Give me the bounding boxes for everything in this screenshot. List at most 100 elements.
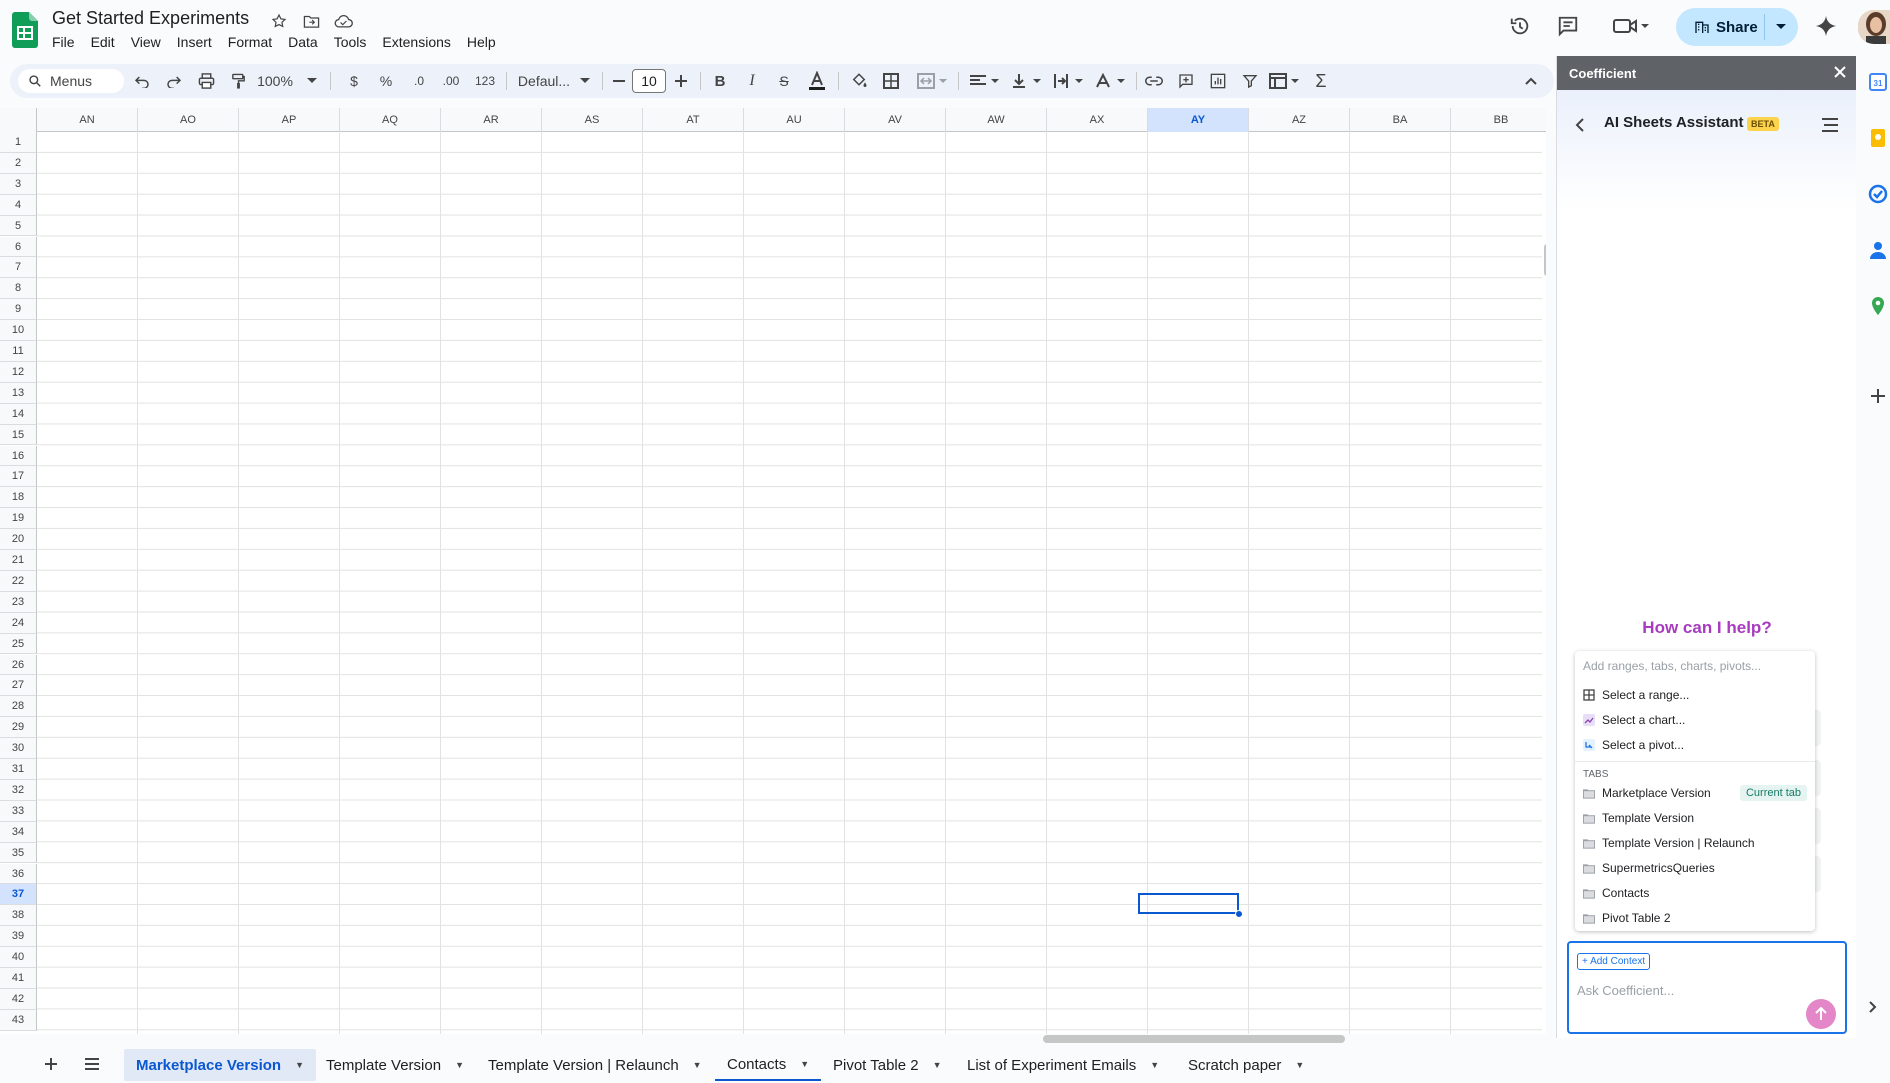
- row-header[interactable]: 6: [0, 236, 37, 258]
- column-header[interactable]: BA: [1350, 108, 1451, 132]
- row-header[interactable]: 17: [0, 466, 37, 488]
- expand-panel-icon[interactable]: [1868, 1000, 1888, 1020]
- row-header[interactable]: 12: [0, 361, 37, 383]
- context-tab-item[interactable]: Marketplace Version Current tab: [1583, 783, 1807, 803]
- redo-icon[interactable]: [162, 70, 186, 92]
- row-header[interactable]: 28: [0, 696, 37, 718]
- context-tab-item[interactable]: Template Version | Relaunch: [1583, 833, 1807, 853]
- fill-handle[interactable]: [1235, 910, 1243, 918]
- insert-link-icon[interactable]: [1142, 70, 1166, 92]
- row-header[interactable]: 2: [0, 152, 37, 174]
- add-sheet-icon[interactable]: [44, 1057, 58, 1071]
- context-tab-item[interactable]: SupermetricsQueries: [1583, 858, 1807, 878]
- functions-icon[interactable]: Σ: [1310, 70, 1332, 92]
- user-avatar[interactable]: [1858, 10, 1890, 44]
- row-header[interactable]: 34: [0, 821, 37, 843]
- hamburger-menu-icon[interactable]: [1821, 118, 1839, 132]
- menu-help[interactable]: Help: [459, 33, 504, 51]
- menu-data[interactable]: Data: [280, 33, 326, 51]
- text-rotation-icon[interactable]: [1092, 70, 1128, 92]
- sheet-tab[interactable]: Template Version ▼: [314, 1049, 476, 1081]
- get-addons-plus-icon[interactable]: [1868, 386, 1888, 406]
- vertical-align-icon[interactable]: [1008, 70, 1044, 92]
- sheet-tab[interactable]: Scratch paper ▼: [1176, 1049, 1316, 1081]
- context-tab-item[interactable]: Template Version: [1583, 808, 1807, 828]
- sheet-tab[interactable]: List of Experiment Emails ▼: [955, 1049, 1171, 1081]
- sheets-logo-icon[interactable]: [12, 12, 38, 48]
- row-header[interactable]: 19: [0, 508, 37, 530]
- close-icon[interactable]: [1833, 65, 1847, 79]
- row-header[interactable]: 24: [0, 612, 37, 634]
- column-header[interactable]: AN: [37, 108, 138, 132]
- merge-cells-icon[interactable]: [914, 70, 950, 92]
- row-header[interactable]: 22: [0, 570, 37, 592]
- text-color-icon[interactable]: [806, 70, 828, 92]
- collapse-toolbar-icon[interactable]: [1520, 70, 1542, 92]
- menu-tools[interactable]: Tools: [326, 33, 375, 51]
- row-header[interactable]: 7: [0, 257, 37, 279]
- cell-area[interactable]: [37, 132, 1542, 1034]
- font-size-input[interactable]: 10: [632, 69, 666, 93]
- fill-color-icon[interactable]: [848, 70, 870, 92]
- version-history-icon[interactable]: [1502, 12, 1538, 40]
- insert-comment-icon[interactable]: [1174, 70, 1198, 92]
- tab-menu-caret-icon[interactable]: ▼: [1150, 1060, 1159, 1070]
- calendar-icon[interactable]: 31: [1868, 72, 1888, 92]
- tab-menu-caret-icon[interactable]: ▼: [933, 1060, 942, 1070]
- increase-decimal-button[interactable]: .00: [440, 70, 462, 92]
- comments-icon[interactable]: [1550, 12, 1586, 40]
- zoom-select[interactable]: 100%: [254, 70, 320, 92]
- column-header[interactable]: AX: [1047, 108, 1148, 132]
- paint-format-icon[interactable]: [226, 70, 250, 92]
- menu-file[interactable]: File: [44, 33, 83, 51]
- tab-menu-caret-icon[interactable]: ▼: [693, 1060, 702, 1070]
- select-all-corner[interactable]: [0, 108, 37, 132]
- context-tab-item[interactable]: Pivot Table 2: [1583, 908, 1807, 928]
- tab-menu-caret-icon[interactable]: ▼: [455, 1060, 464, 1070]
- tab-menu-caret-icon[interactable]: ▼: [295, 1060, 304, 1070]
- row-header[interactable]: 14: [0, 403, 37, 425]
- menu-view[interactable]: View: [123, 33, 169, 51]
- strikethrough-icon[interactable]: S: [774, 70, 794, 92]
- font-size-decrease-icon[interactable]: [610, 70, 628, 92]
- row-header[interactable]: 39: [0, 926, 37, 948]
- column-header[interactable]: AP: [239, 108, 340, 132]
- column-header[interactable]: AZ: [1249, 108, 1350, 132]
- row-header[interactable]: 32: [0, 779, 37, 801]
- row-header[interactable]: 23: [0, 591, 37, 613]
- select-pivot-item[interactable]: Select a pivot...: [1583, 735, 1807, 755]
- share-dropdown-icon[interactable]: [1775, 23, 1787, 31]
- selected-cell[interactable]: [1138, 893, 1239, 914]
- print-icon[interactable]: [194, 70, 218, 92]
- menu-insert[interactable]: Insert: [169, 33, 220, 51]
- tasks-icon[interactable]: [1868, 184, 1888, 204]
- row-header[interactable]: 29: [0, 717, 37, 739]
- row-header[interactable]: 36: [0, 863, 37, 885]
- column-header[interactable]: AW: [946, 108, 1047, 132]
- font-size-increase-icon[interactable]: [672, 70, 690, 92]
- row-header[interactable]: 31: [0, 759, 37, 780]
- send-button[interactable]: [1806, 999, 1836, 1029]
- meet-video-icon[interactable]: [1606, 12, 1656, 40]
- document-title[interactable]: Get Started Experiments: [52, 8, 249, 29]
- filter-views-icon[interactable]: [1266, 70, 1302, 92]
- currency-format-button[interactable]: $: [344, 70, 364, 92]
- keep-icon[interactable]: [1868, 128, 1888, 148]
- row-header[interactable]: 5: [0, 215, 37, 237]
- row-header[interactable]: 10: [0, 320, 37, 341]
- tab-menu-caret-icon[interactable]: ▼: [1295, 1060, 1304, 1070]
- number-format-button[interactable]: 123: [472, 70, 498, 92]
- row-header[interactable]: 16: [0, 445, 37, 467]
- gemini-sparkle-icon[interactable]: [1808, 12, 1844, 40]
- column-header[interactable]: AR: [441, 108, 542, 132]
- horizontal-scrollbar[interactable]: [1043, 1035, 1345, 1043]
- cloud-saved-icon[interactable]: [332, 10, 354, 32]
- row-header[interactable]: 43: [0, 1009, 37, 1031]
- row-header[interactable]: 37: [0, 884, 37, 906]
- undo-icon[interactable]: [130, 70, 154, 92]
- contacts-icon[interactable]: [1868, 240, 1888, 260]
- column-header[interactable]: AY: [1148, 108, 1249, 132]
- row-header[interactable]: 41: [0, 968, 37, 989]
- row-header[interactable]: 9: [0, 299, 37, 321]
- row-header[interactable]: 35: [0, 842, 37, 864]
